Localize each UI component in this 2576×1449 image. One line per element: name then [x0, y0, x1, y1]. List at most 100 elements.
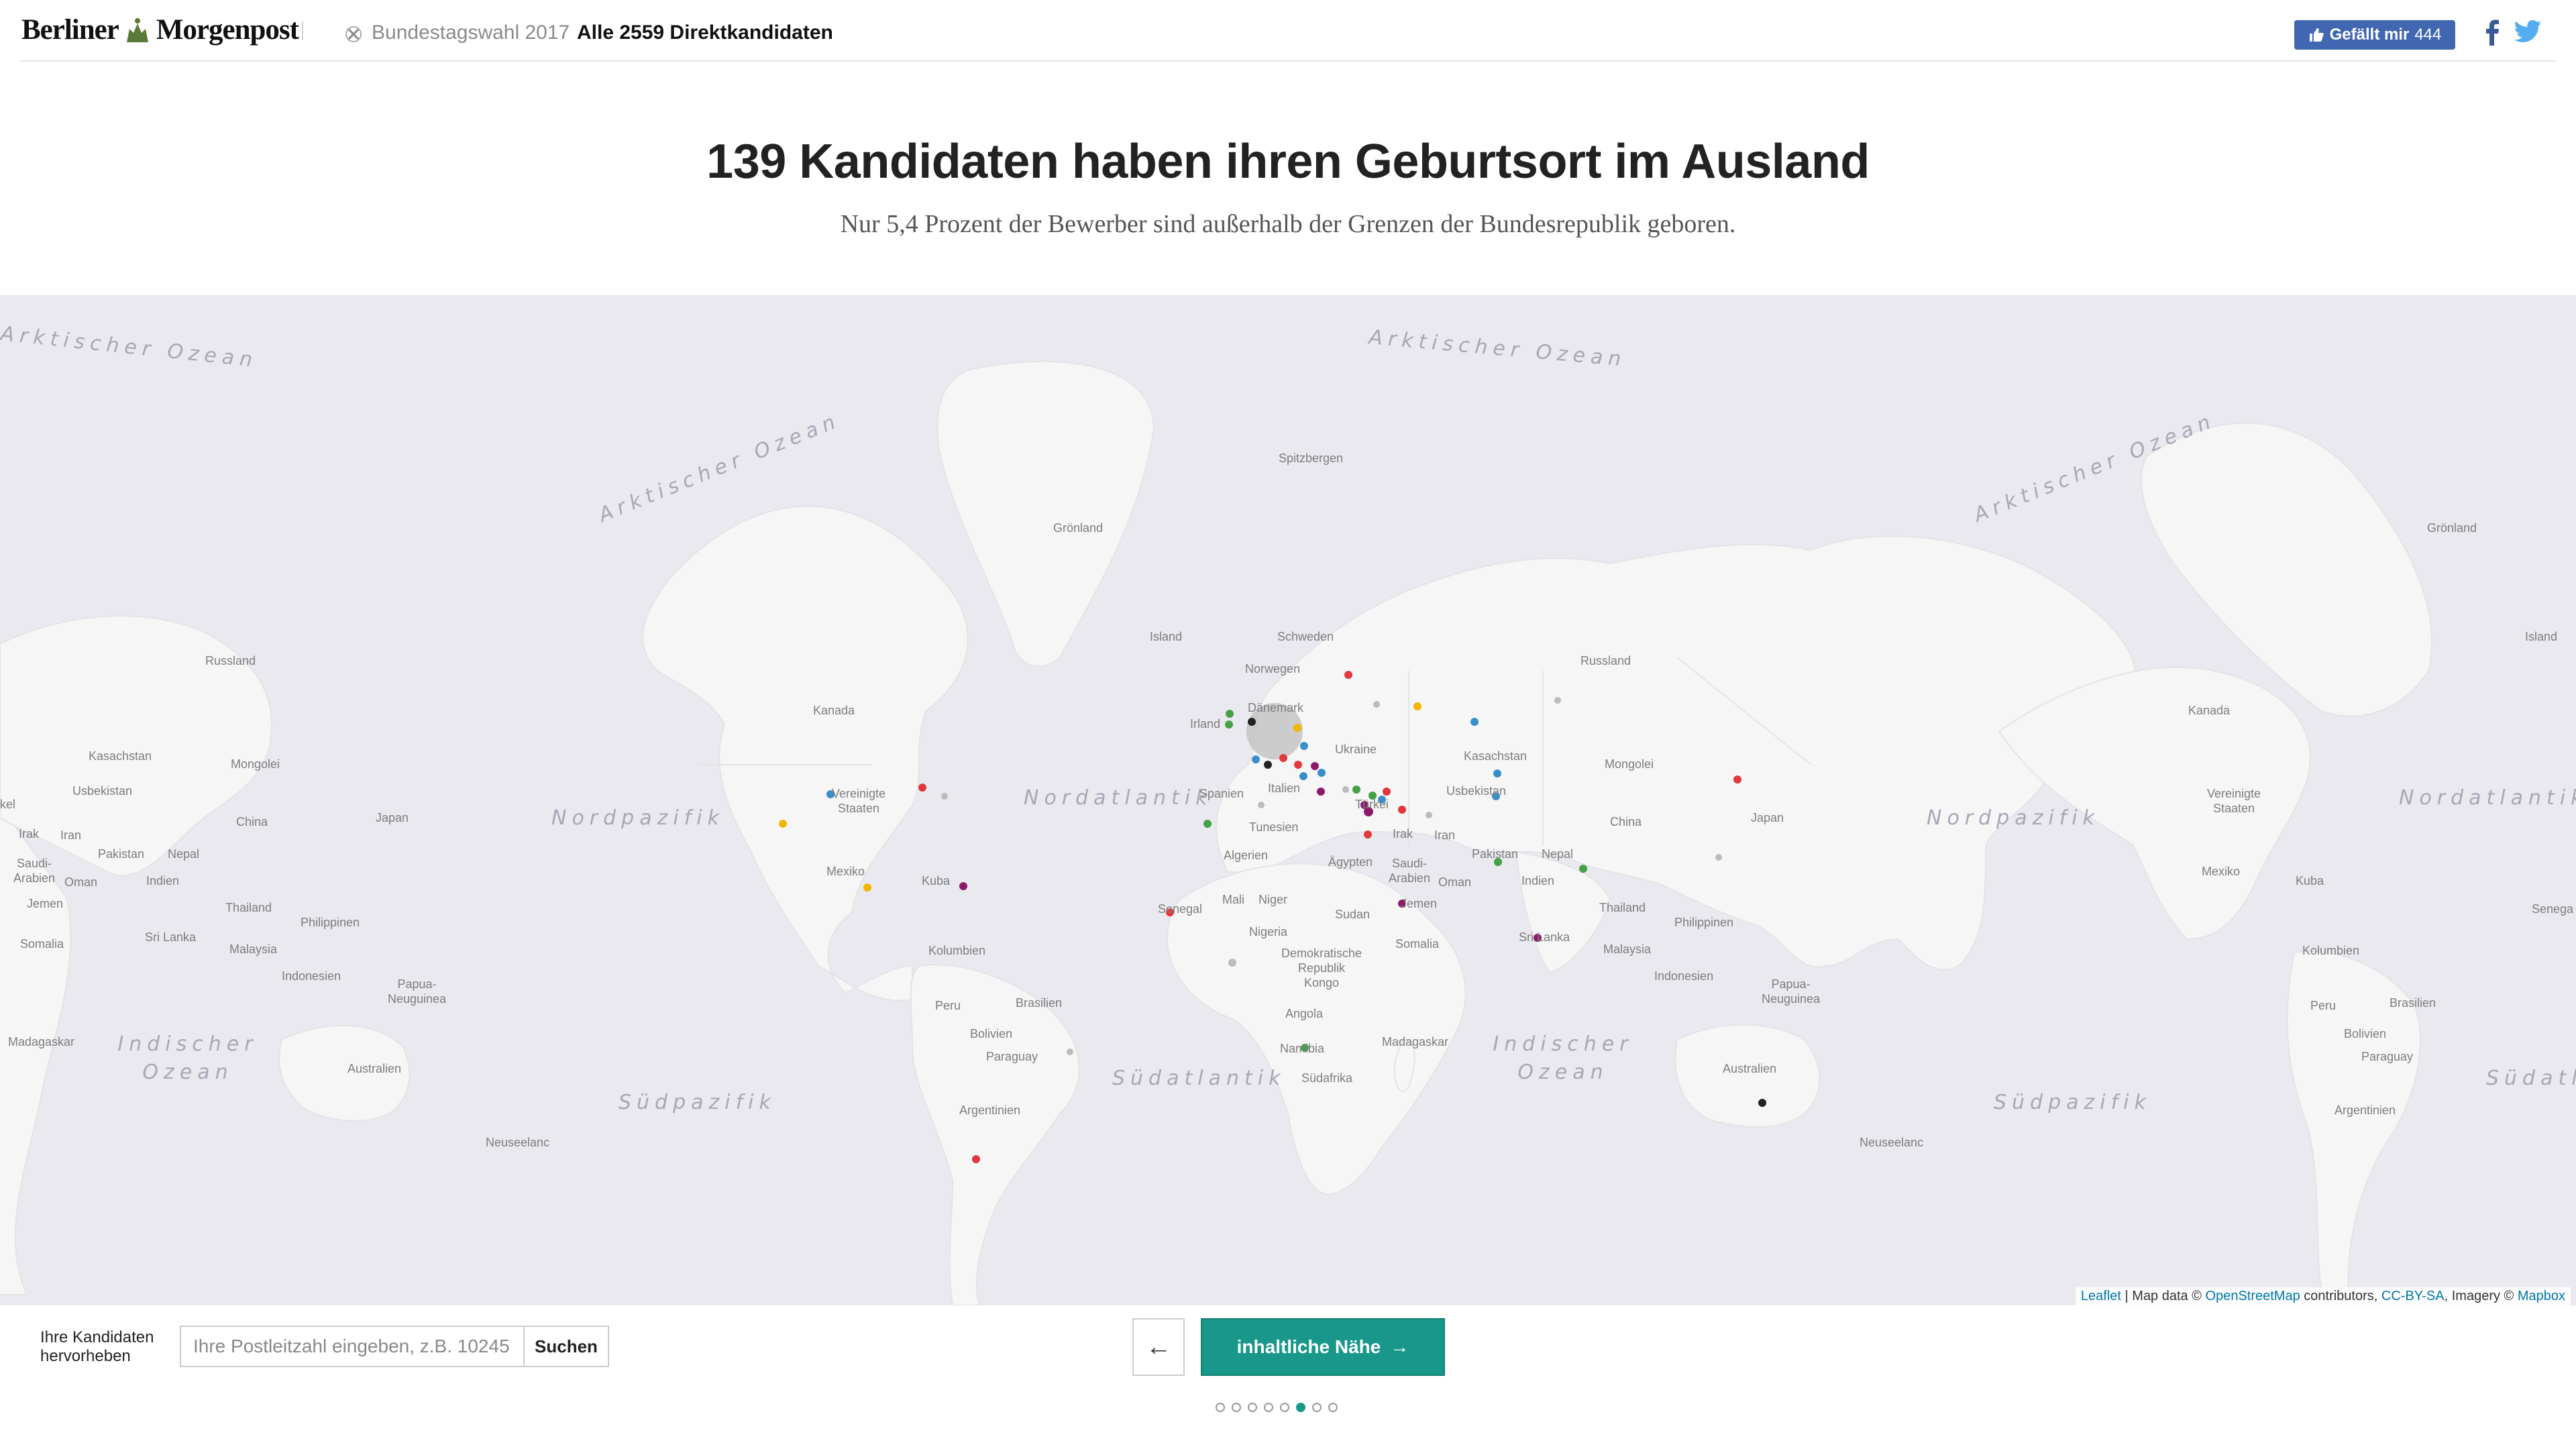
world-map[interactable]: Arktischer Ozean Arktischer Ozean Arktis… — [0, 295, 2576, 1305]
twitter-icon[interactable] — [2514, 20, 2541, 44]
ocean-label: Nordatlantik — [1024, 786, 1213, 810]
place-label: Mali — [1222, 893, 1245, 906]
place-label: Iran — [60, 828, 82, 842]
place-label: Paraguay — [2361, 1050, 2414, 1063]
place-label: China — [236, 815, 268, 828]
pagination-dot[interactable] — [1312, 1403, 1322, 1412]
place-label: Indien — [146, 874, 180, 888]
place-label: China — [1610, 815, 1642, 828]
place-label: Irak — [19, 827, 40, 841]
place-label: Nepal — [1542, 847, 1574, 861]
page-title: 139 Kandidaten haben ihren Geburtsort im… — [706, 135, 1870, 189]
map-attribution: Leaflet | Map data © OpenStreetMap contr… — [2075, 1287, 2571, 1305]
attribution-text: | Map data © — [2121, 1289, 2206, 1303]
ocean-label: Südatlantik — [1112, 1067, 1286, 1090]
logo-text-left: Berliner — [21, 14, 119, 46]
place-label: Dänemark — [1248, 701, 1304, 714]
place-label: Vereinigte Staaten — [2207, 787, 2261, 815]
pagination-dot[interactable] — [1232, 1403, 1241, 1412]
place-label: Brasilien — [1016, 996, 1063, 1010]
place-label: Madagaskar — [8, 1035, 75, 1049]
top-bar: Berliner Morgenpost Bundestagswahl 2017 … — [20, 0, 2556, 62]
place-label: Indonesien — [1654, 969, 1714, 983]
breadcrumb-election[interactable]: Bundestagswahl 2017 — [372, 21, 570, 44]
place-label: Ägypten — [1328, 855, 1373, 869]
ocean-label: Nordpazifik — [1927, 806, 2100, 830]
place-label: Thailand — [225, 901, 272, 914]
place-label: Kasachstan — [89, 749, 152, 763]
place-label: Kolumbien — [2302, 944, 2360, 957]
place-label: Bolivien — [2344, 1027, 2387, 1040]
arrow-right-icon: → — [1390, 1336, 1409, 1357]
place-label: Sudan — [1335, 908, 1371, 921]
place-label: Jemen — [1401, 897, 1438, 910]
place-label: Angola — [1285, 1007, 1324, 1020]
mapbox-link[interactable]: Mapbox — [2518, 1289, 2565, 1303]
next-button[interactable]: inhaltliche Nähe → — [1201, 1318, 1445, 1376]
place-label: Kuba — [922, 874, 951, 888]
osm-link[interactable]: OpenStreetMap — [2206, 1289, 2300, 1303]
place-label: Bolivien — [970, 1027, 1013, 1040]
place-label: Kolumbien — [928, 944, 986, 957]
place-label: Grönland — [1053, 521, 1104, 535]
fb-like-label: Gefällt mir — [2329, 25, 2410, 44]
search-button[interactable]: Suchen — [523, 1326, 609, 1367]
pagination-dot[interactable] — [1328, 1403, 1338, 1412]
logo-text-right: Morgenpost — [156, 14, 299, 46]
place-label: Paraguay — [986, 1050, 1038, 1063]
place-label: Island — [1150, 630, 1183, 643]
place-label: Spitzbergen — [1279, 451, 1344, 465]
place-label: Neuseelanc — [486, 1136, 550, 1149]
ocean-label: Südpazifik — [619, 1091, 776, 1114]
place-label: Oman — [1438, 875, 1472, 889]
back-button[interactable]: ← — [1132, 1318, 1185, 1376]
place-label: Irak — [1393, 827, 1413, 841]
place-label: Papua- Neuguinea — [1762, 977, 1821, 1006]
zip-input[interactable] — [180, 1326, 523, 1367]
license-link[interactable]: CC-BY-SA — [2381, 1289, 2445, 1303]
place-label: Nigeria — [1249, 925, 1288, 938]
place-label: Somalia — [20, 937, 64, 951]
place-label: Papua- Neuguinea — [388, 977, 447, 1006]
highlight-label-line2: hervorheben — [40, 1347, 131, 1365]
fb-like-count: 444 — [2414, 25, 2442, 44]
place-label: Schweden — [1277, 630, 1334, 643]
place-label: Somalia — [1395, 937, 1440, 951]
place-label: Malaysia — [229, 943, 278, 956]
place-label: Irland — [1190, 717, 1221, 731]
attribution-text: contributors, — [2300, 1289, 2381, 1303]
place-label: Jemen — [27, 897, 64, 910]
berliner-morgenpost-logo[interactable]: Berliner Morgenpost — [21, 13, 299, 46]
place-label: Australien — [347, 1062, 402, 1075]
ocean-label: Nordatlantik — [2399, 786, 2576, 810]
pagination-dot[interactable] — [1264, 1403, 1273, 1412]
place-label: Pakistan — [1472, 847, 1519, 861]
place-label: Argentinien — [2334, 1104, 2396, 1117]
place-label: Niger — [1258, 893, 1288, 906]
pagination-dot[interactable] — [1296, 1403, 1305, 1412]
pagination-dot[interactable] — [1280, 1403, 1289, 1412]
place-label: Namibia — [1280, 1042, 1325, 1055]
place-label: Saudi- Arabien — [13, 857, 56, 885]
ocean-label: Südatla — [2486, 1067, 2576, 1090]
place-label: Ukraine — [1335, 743, 1377, 756]
land-masses — [0, 360, 2433, 1305]
place-label: Demokratische Republik Kongo — [1281, 947, 1362, 989]
place-label: Philippinen — [301, 916, 360, 929]
facebook-like-button[interactable]: Gefällt mir 444 — [2294, 20, 2455, 50]
pagination-dot[interactable] — [1216, 1403, 1225, 1412]
place-label: Grönland — [2427, 521, 2477, 535]
ocean-label: Indischer Ozean — [117, 1032, 258, 1084]
place-label: Sri Lanka — [1519, 930, 1570, 944]
header-divider — [302, 21, 303, 40]
facebook-icon[interactable] — [2482, 19, 2502, 46]
place-label: Nepal — [168, 847, 200, 861]
place-label: Vereinigte Staaten — [832, 787, 886, 815]
place-label: Usbekistan — [1446, 784, 1507, 798]
place-label: Senega — [2532, 902, 2574, 916]
pagination-dot[interactable] — [1248, 1403, 1257, 1412]
place-label: Norwegen — [1245, 662, 1301, 676]
ocean-label: Südpazifik — [1994, 1091, 2151, 1114]
leaflet-link[interactable]: Leaflet — [2081, 1289, 2121, 1303]
thumbs-up-icon — [2309, 28, 2324, 42]
